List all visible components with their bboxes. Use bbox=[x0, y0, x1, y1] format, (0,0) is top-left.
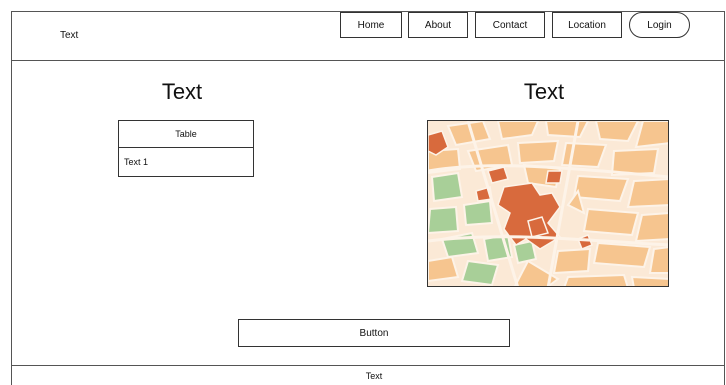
map-image bbox=[427, 120, 669, 287]
nav-location-button[interactable]: Location bbox=[552, 12, 622, 38]
right-heading: Text bbox=[523, 79, 565, 104]
left-heading: Text bbox=[161, 79, 203, 104]
nav-contact-button[interactable]: Contact bbox=[475, 12, 545, 38]
table-row: Text 1 bbox=[124, 157, 149, 167]
footer-text: Text bbox=[365, 371, 383, 381]
logo-text: Text bbox=[60, 30, 79, 41]
nav-home-button[interactable]: Home bbox=[340, 12, 402, 38]
data-table: Table Text 1 bbox=[118, 120, 254, 177]
map-graphic bbox=[428, 121, 668, 286]
main-action-button[interactable]: Button bbox=[238, 319, 510, 347]
table-header: Table bbox=[119, 121, 253, 148]
nav-about-button[interactable]: About bbox=[408, 12, 468, 38]
footer-divider bbox=[11, 365, 725, 366]
nav-login-button[interactable]: Login bbox=[629, 12, 690, 38]
